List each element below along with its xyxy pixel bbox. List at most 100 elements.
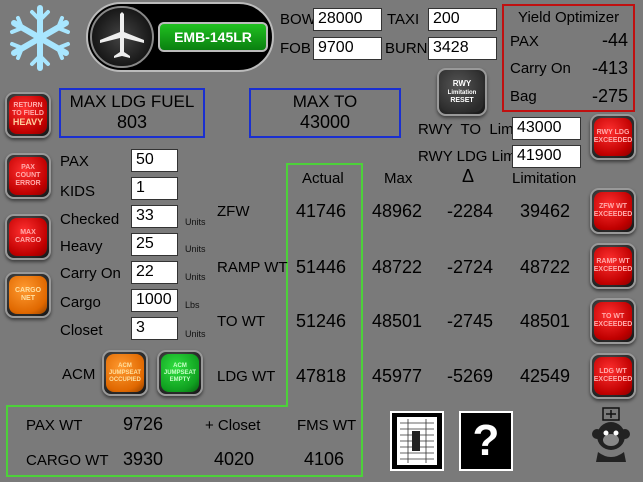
closet-summary-value: 4020 [214,449,255,469]
zfw-exceeded-button[interactable]: ZFW WT EXCEEDED [590,188,636,234]
carryon-field[interactable]: 22 [131,261,178,284]
closet-field[interactable]: 3 [131,317,178,340]
checked-field[interactable]: 33 [131,205,178,228]
bow-label: BOW [280,11,316,28]
return-to-field-label: RETURN TO FIELD [12,102,44,117]
heavy-field[interactable]: 25 [131,233,178,256]
aircraft-model-label: EMB-145LR [158,22,268,52]
max-ldg-fuel-panel: MAX LDG FUEL 803 [59,88,205,138]
cargo-wt-label: CARGO WT [26,452,109,469]
to-exceeded-button[interactable]: TO WT EXCEEDED [590,298,636,344]
rwy-ldg-lim-label: RWY LDG Lim [418,148,516,165]
rwy-reset-line1: RWY [452,78,472,88]
ldg-exceeded-button[interactable]: LDG WT EXCEEDED [590,353,636,399]
rwy-ldg-lim-field[interactable]: 41900 [512,145,581,168]
zfw-limitation: 39462 [520,201,571,221]
header-actual: Actual [302,170,344,187]
header-delta: Δ [462,166,475,186]
summary-panel-top-edge [6,405,288,407]
zfw-max: 48962 [372,201,423,221]
zfw-delta: -2284 [447,201,494,221]
taxi-field[interactable]: 200 [428,8,497,31]
acm-jumpseat-empty-button[interactable]: ACM JUMPSEAT EMPTY [157,350,203,396]
ramp-actual: 51446 [296,257,347,277]
max-ldg-fuel-value: 803 [116,112,148,132]
ramp-exceeded-label: RAMP WT EXCEEDED [593,258,633,273]
cargo-net-label: CARGO NET [14,287,42,302]
burn-label: BURN [385,40,428,57]
to-max: 48501 [372,311,423,331]
checked-unit: Units [185,217,206,227]
yield-bag-value: -275 [591,86,628,106]
header-max: Max [384,170,413,187]
acm-occupied-label: ACM JUMPSEAT OCCUPIED [108,362,142,383]
pax-count-error-label: PAX COUNT ERROR [15,164,41,187]
return-to-field-status: HEAVY [12,117,44,127]
fob-field[interactable]: 9700 [313,37,382,60]
max-cargo-label: MAX CARGO [14,229,42,244]
load-sheet-icon[interactable] [390,411,444,471]
zfw-exceeded-label: ZFW WT EXCEEDED [593,203,633,218]
snowflake-icon[interactable] [2,4,78,72]
yield-carryon-label: Carry On [510,60,571,77]
burn-field[interactable]: 3428 [428,37,497,60]
acm-label: ACM [62,366,96,383]
pax-count-error-button[interactable]: PAX COUNT ERROR [5,153,51,199]
max-to-panel: MAX TO 43000 [249,88,401,138]
acm-jumpseat-occupied-button[interactable]: ACM JUMPSEAT OCCUPIED [102,350,148,396]
yield-pax-label: PAX [510,33,539,50]
pax-label: PAX [60,153,89,170]
yield-optimizer-title: Yield Optimizer [518,9,620,26]
ldg-limitation: 42549 [520,366,571,386]
closet-label: Closet [60,322,103,339]
ldg-delta: -5269 [447,366,494,386]
help-button[interactable]: ? [459,411,513,471]
rwy-ldg-exceeded-label: RWY LDG EXCEEDED [593,129,633,144]
heavy-label: Heavy [60,238,103,255]
pax-field[interactable]: 50 [131,149,178,172]
cargo-net-button[interactable]: CARGO NET [5,272,51,318]
to-limitation: 48501 [520,311,571,331]
rwy-limitation-reset-button[interactable]: RWY Limitation RESET [437,68,487,116]
closet-summary-label: + Closet [205,417,261,434]
ramp-exceeded-button[interactable]: RAMP WT EXCEEDED [590,243,636,289]
carryon-label: Carry On [60,265,121,282]
rwy-reset-line3: RESET [450,96,474,104]
heavy-unit: Units [185,244,206,254]
max-cargo-button[interactable]: MAX CARGO [5,214,51,260]
yield-pax-value: -44 [601,30,628,50]
ldg-exceeded-label: LDG WT EXCEEDED [593,368,633,383]
carryon-unit: Units [185,272,206,282]
rwy-reset-line2: Limitation [447,89,477,96]
airplane-icon [90,6,154,68]
rwy-to-lim-field[interactable]: 43000 [512,117,581,140]
taxi-label: TAXI [387,11,420,28]
closet-unit: Units [185,329,206,339]
yield-optimizer-panel: Yield Optimizer PAX -44 Carry On -413 Ba… [502,4,635,112]
aircraft-badge[interactable]: EMB-145LR [86,2,274,72]
ramp-max: 48722 [372,257,423,277]
aircraft-model: EMB-145LR [174,29,252,45]
return-to-field-button[interactable]: RETURN TO FIELD HEAVY [5,92,51,138]
pax-wt-label: PAX WT [26,417,83,434]
help-icon: ? [472,416,500,465]
zfw-actual: 41746 [296,201,347,221]
fms-wt-value: 4106 [304,449,345,469]
fms-wt-label: FMS WT [297,417,357,434]
rwy-ldg-exceeded-button[interactable]: RWY LDG EXCEEDED [590,114,636,160]
ldg-actual: 47818 [296,366,347,386]
to-exceeded-label: TO WT EXCEEDED [593,313,633,328]
fob-label: FOB [280,40,311,57]
yield-bag-label: Bag [510,88,537,105]
header-limitation: Limitation [512,170,577,187]
ramp-limitation: 48722 [520,257,571,277]
pax-wt-value: 9726 [123,414,164,434]
kids-field[interactable]: 1 [131,177,178,200]
bow-field[interactable]: 28000 [313,8,382,31]
cargo-field[interactable]: 1000 [131,289,178,312]
max-ldg-fuel-label: MAX LDG FUEL [69,92,195,111]
to-actual: 51246 [296,311,347,331]
max-to-value: 43000 [299,112,351,132]
ramp-delta: -2724 [447,257,494,277]
acm-empty-label: ACM JUMPSEAT EMPTY [163,362,197,383]
